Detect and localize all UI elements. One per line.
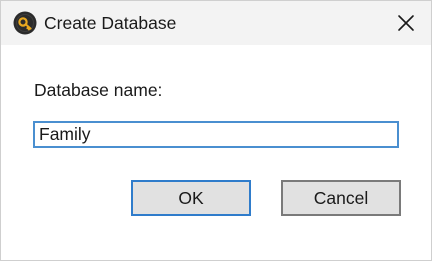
ok-button[interactable]: OK <box>131 180 251 216</box>
database-name-label: Database name: <box>34 80 163 100</box>
dialog-body: Database name: OK Cancel <box>1 45 431 260</box>
window-title: Create Database <box>44 13 177 33</box>
close-button[interactable] <box>387 5 425 41</box>
title-bar[interactable]: Create Database <box>1 1 431 45</box>
cancel-button[interactable]: Cancel <box>281 180 401 216</box>
database-key-icon <box>13 11 37 35</box>
create-database-dialog: Create Database Database name: OK Cancel <box>0 0 432 261</box>
database-name-input[interactable] <box>33 121 399 148</box>
close-icon <box>398 15 414 31</box>
